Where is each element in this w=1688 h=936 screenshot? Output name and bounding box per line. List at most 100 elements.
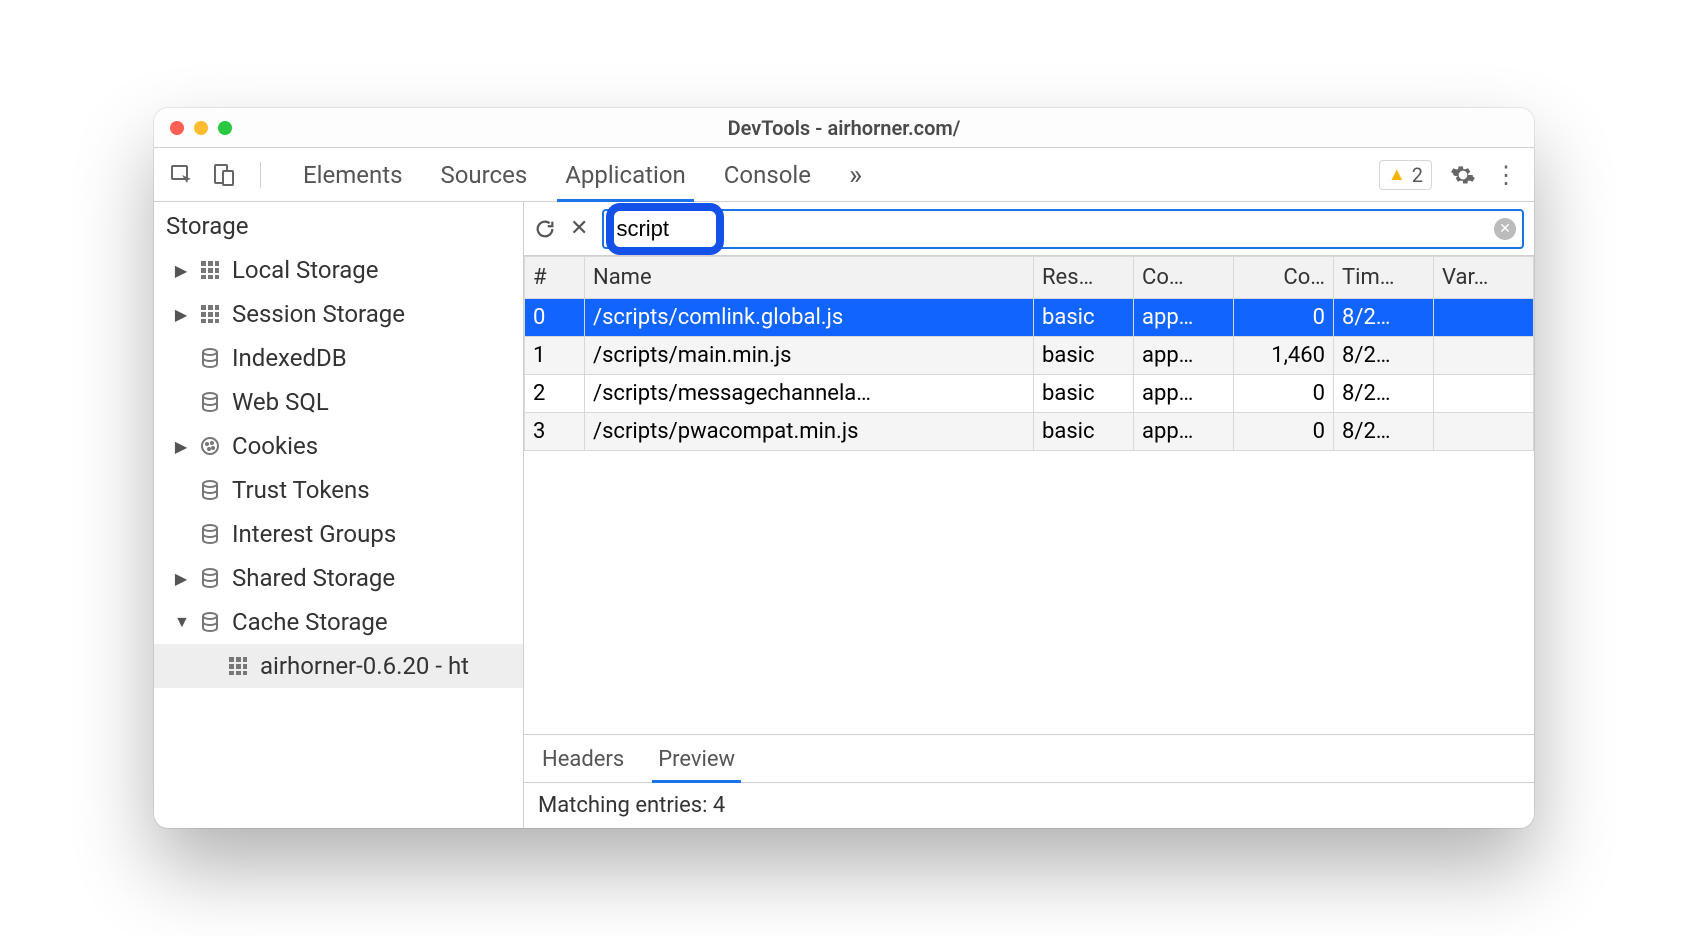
zoom-window-button[interactable] [218, 121, 232, 135]
sidebar-item-label: Session Storage [232, 300, 405, 328]
devtools-window: DevTools - airhorner.com/ Elements Sourc… [154, 108, 1534, 828]
cache-entries-table: #NameRes…Co…Co…Tim…Var… 0/scripts/comlin… [524, 256, 1534, 735]
sidebar-item-label: Shared Storage [232, 564, 395, 592]
cell: 8/2… [1334, 413, 1434, 451]
close-window-button[interactable] [170, 121, 184, 135]
window-title: DevTools - airhorner.com/ [154, 116, 1534, 140]
sidebar-item[interactable]: airhorner-0.6.20 - ht [154, 644, 523, 688]
minimize-window-button[interactable] [194, 121, 208, 135]
caret-icon: ▶ [174, 305, 188, 324]
reload-icon[interactable] [534, 218, 556, 240]
detail-tab-headers[interactable]: Headers [542, 737, 624, 782]
db-icon [198, 568, 222, 588]
sidebar-item-label: Cache Storage [232, 608, 388, 636]
sidebar-item-label: Local Storage [232, 256, 379, 284]
cell [1434, 375, 1534, 413]
titlebar: DevTools - airhorner.com/ [154, 108, 1534, 148]
table-row[interactable]: 1/scripts/main.min.jsbasicapp…1,4608/2… [525, 337, 1534, 375]
filter-bar: ✕ ✕ [524, 202, 1534, 256]
cell: app… [1134, 337, 1234, 375]
db-icon [198, 612, 222, 632]
cell: 1 [525, 337, 585, 375]
table-row[interactable]: 3/scripts/pwacompat.min.jsbasicapp…08/2… [525, 413, 1534, 451]
cell: 3 [525, 413, 585, 451]
cell: app… [1134, 299, 1234, 337]
sidebar-item-label: airhorner-0.6.20 - ht [260, 652, 469, 680]
grid-icon [198, 260, 222, 280]
clear-icon[interactable]: ✕ [570, 216, 588, 241]
sidebar-section-header: Storage [154, 202, 523, 248]
detail-tab-preview[interactable]: Preview [658, 737, 735, 782]
column-header[interactable]: Co… [1234, 257, 1334, 299]
caret-icon: ▼ [174, 612, 188, 632]
panel-tabs: Elements Sources Application Console » [303, 146, 1379, 203]
cell: /scripts/pwacompat.min.js [585, 413, 1034, 451]
cell: 0 [1234, 299, 1334, 337]
cell: basic [1034, 375, 1134, 413]
sidebar-item-label: Trust Tokens [232, 476, 370, 504]
cell [1434, 337, 1534, 375]
column-header[interactable]: Name [585, 257, 1034, 299]
warnings-count: 2 [1412, 163, 1423, 187]
cell: 0 [525, 299, 585, 337]
caret-icon: ▶ [174, 569, 188, 588]
caret-icon: ▶ [174, 437, 188, 456]
sidebar-item[interactable]: ▶ Trust Tokens [154, 468, 523, 512]
cookie-icon [198, 436, 222, 456]
filter-input[interactable] [602, 209, 1524, 249]
warnings-badge[interactable]: ▲ 2 [1379, 160, 1432, 190]
sidebar-item[interactable]: ▶ Shared Storage [154, 556, 523, 600]
db-icon [198, 524, 222, 544]
cell: 2 [525, 375, 585, 413]
tab-elements[interactable]: Elements [303, 149, 402, 201]
warning-icon: ▲ [1388, 164, 1406, 185]
db-icon [198, 392, 222, 412]
cell: /scripts/messagechannela… [585, 375, 1034, 413]
tabs-overflow[interactable]: » [849, 146, 862, 203]
main-toolbar: Elements Sources Application Console » ▲… [154, 148, 1534, 202]
db-icon [198, 348, 222, 368]
column-header[interactable]: # [525, 257, 585, 299]
cache-panel: ✕ ✕ #NameRes…Co…Co…Tim…Var… 0/scripts/co… [524, 202, 1534, 828]
column-header[interactable]: Tim… [1334, 257, 1434, 299]
storage-tree: ▶ Local Storage▶ Session Storage▶ Indexe… [154, 248, 523, 688]
table-row[interactable]: 0/scripts/comlink.global.jsbasicapp…08/2… [525, 299, 1534, 337]
detail-tabs: Headers Preview [524, 735, 1534, 783]
grid-icon [198, 304, 222, 324]
cell: app… [1134, 375, 1234, 413]
sidebar-item-label: Cookies [232, 432, 318, 460]
clear-filter-icon[interactable]: ✕ [1494, 218, 1516, 240]
db-icon [198, 480, 222, 500]
tab-sources[interactable]: Sources [440, 149, 527, 201]
cell: 0 [1234, 413, 1334, 451]
inspect-element-icon[interactable] [170, 163, 194, 187]
sidebar: Storage ▶ Local Storage▶ Session Storage… [154, 202, 524, 828]
tab-application[interactable]: Application [565, 149, 686, 201]
sidebar-item-label: IndexedDB [232, 344, 347, 372]
sidebar-item[interactable]: ▼ Cache Storage [154, 600, 523, 644]
sidebar-item[interactable]: ▶ IndexedDB [154, 336, 523, 380]
cell [1434, 413, 1534, 451]
tab-console[interactable]: Console [724, 149, 811, 201]
sidebar-item[interactable]: ▶ Web SQL [154, 380, 523, 424]
column-header[interactable]: Var… [1434, 257, 1534, 299]
more-menu-icon[interactable]: ⋮ [1494, 161, 1518, 189]
sidebar-item[interactable]: ▶ Local Storage [154, 248, 523, 292]
cell: basic [1034, 299, 1134, 337]
sidebar-item[interactable]: ▶ Interest Groups [154, 512, 523, 556]
cell: app… [1134, 413, 1234, 451]
cell: /scripts/comlink.global.js [585, 299, 1034, 337]
cell: 8/2… [1334, 375, 1434, 413]
column-header[interactable]: Co… [1134, 257, 1234, 299]
window-controls [154, 121, 232, 135]
sidebar-item-label: Interest Groups [232, 520, 396, 548]
sidebar-item[interactable]: ▶ Session Storage [154, 292, 523, 336]
settings-icon[interactable] [1450, 162, 1476, 188]
cell: 8/2… [1334, 299, 1434, 337]
table-row[interactable]: 2/scripts/messagechannela…basicapp…08/2… [525, 375, 1534, 413]
column-header[interactable]: Res… [1034, 257, 1134, 299]
cell: 0 [1234, 375, 1334, 413]
device-toolbar-icon[interactable] [212, 163, 236, 187]
sidebar-item[interactable]: ▶ Cookies [154, 424, 523, 468]
cell: 8/2… [1334, 337, 1434, 375]
